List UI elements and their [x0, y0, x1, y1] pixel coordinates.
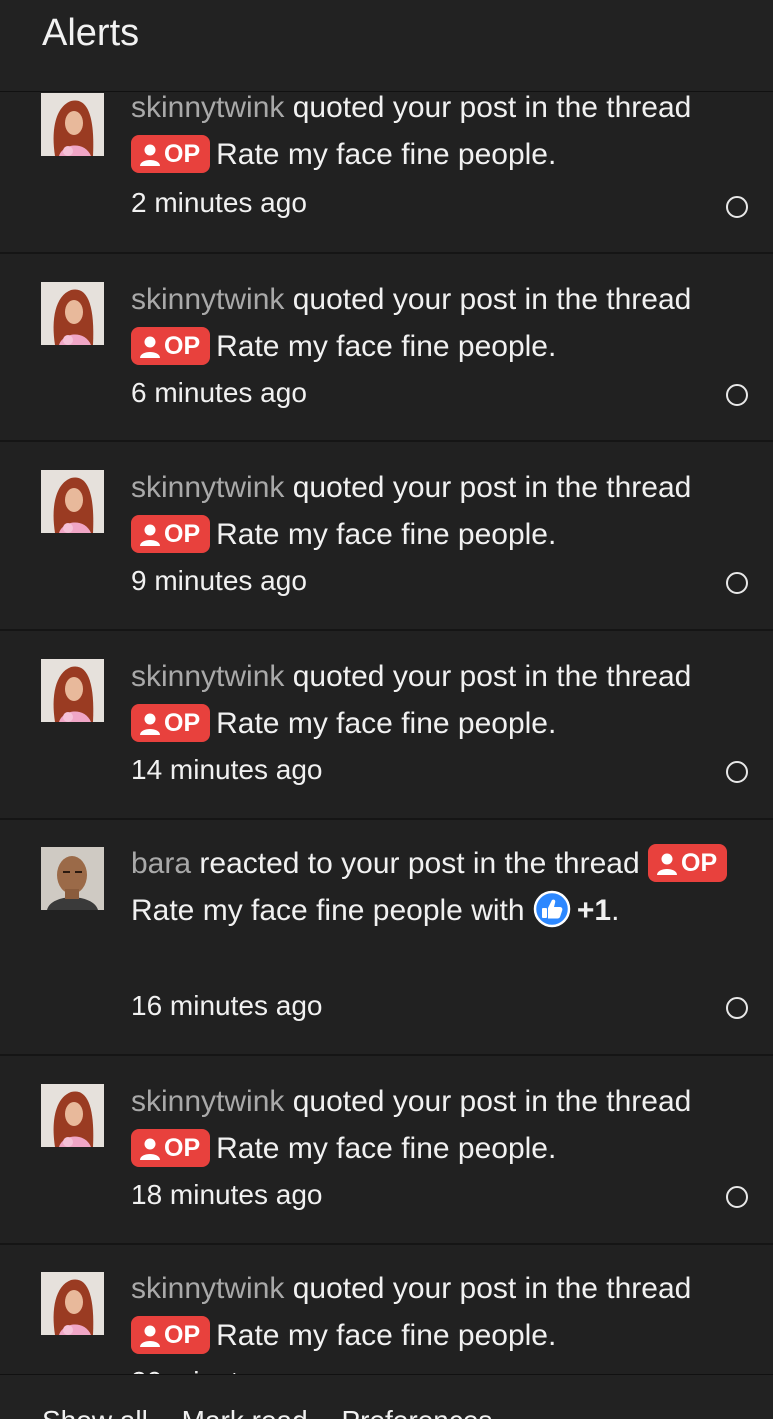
alert-message: skinnytwink quoted your post in the thre…	[131, 1265, 741, 1359]
user-icon	[140, 708, 160, 746]
alert-username-link[interactable]: skinnytwink	[131, 1272, 284, 1305]
op-badge: OP	[131, 704, 211, 742]
alert-username-link[interactable]: skinnytwink	[131, 660, 284, 693]
alerts-footer: Show all Mark read Preferences	[0, 1374, 773, 1419]
thread-link[interactable]: Rate my face fine people.	[216, 138, 556, 171]
alert-time: 18 minutes ago	[131, 1179, 323, 1210]
thread-link[interactable]: Rate my face fine people.	[216, 1319, 556, 1352]
like-icon	[533, 890, 571, 942]
alert-item[interactable]: skinnytwink quoted your post in the thre…	[0, 1245, 773, 1374]
alert-username-link[interactable]: bara	[131, 847, 191, 880]
alert-item[interactable]: skinnytwink quoted your post in the thre…	[0, 254, 773, 442]
alerts-header: Alerts	[0, 0, 773, 92]
alert-time: 16 minutes ago	[131, 990, 323, 1021]
alert-item[interactable]: skinnytwink quoted your post in the thre…	[0, 442, 773, 631]
avatar[interactable]	[41, 470, 104, 533]
mark-read-toggle[interactable]	[726, 384, 748, 406]
preferences-link[interactable]: Preferences	[341, 1405, 492, 1419]
alert-username-link[interactable]: skinnytwink	[131, 1085, 284, 1118]
alert-action: quoted your post in the thread	[292, 283, 692, 316]
avatar[interactable]	[41, 1084, 104, 1147]
avatar[interactable]	[41, 847, 104, 910]
op-badge: OP	[131, 135, 211, 173]
op-badge: OP	[131, 515, 211, 553]
alert-item[interactable]: skinnytwink quoted your post in the thre…	[0, 631, 773, 820]
alert-action: quoted your post in the thread	[292, 92, 692, 124]
avatar[interactable]	[41, 282, 104, 345]
alert-message: bara reacted to your post in the thread …	[131, 840, 741, 942]
alert-time: 2 minutes ago	[131, 187, 307, 218]
footer-links: Show all Mark read Preferences	[42, 1405, 518, 1419]
alert-username-link[interactable]: skinnytwink	[131, 283, 284, 316]
avatar[interactable]	[41, 659, 104, 722]
alert-item[interactable]: skinnytwink quoted your post in the thre…	[0, 1056, 773, 1245]
op-badge: OP	[648, 844, 728, 882]
alert-action: quoted your post in the thread	[292, 471, 692, 504]
alert-message: skinnytwink quoted your post in the thre…	[131, 276, 741, 370]
mark-read-toggle[interactable]	[726, 196, 748, 218]
user-icon	[140, 1320, 160, 1358]
alert-item[interactable]: skinnytwink quoted your post in the thre…	[0, 92, 773, 254]
alert-action: quoted your post in the thread	[292, 1085, 692, 1118]
thread-link[interactable]: Rate my face fine people.	[216, 707, 556, 740]
alert-time: 9 minutes ago	[131, 565, 307, 596]
alert-time: 14 minutes ago	[131, 754, 323, 785]
op-badge: OP	[131, 1316, 211, 1354]
thread-link[interactable]: Rate my face fine people.	[216, 330, 556, 363]
alert-message: skinnytwink quoted your post in the thre…	[131, 464, 741, 558]
show-all-link[interactable]: Show all	[42, 1405, 148, 1419]
alert-message: skinnytwink quoted your post in the thre…	[131, 1078, 741, 1172]
op-badge: OP	[131, 327, 211, 365]
op-badge: OP	[131, 1129, 211, 1167]
alert-item[interactable]: bara reacted to your post in the thread …	[0, 820, 773, 1056]
alert-action: reacted to your post in the thread	[199, 847, 640, 880]
alert-message: skinnytwink quoted your post in the thre…	[131, 653, 741, 747]
alert-time: 6 minutes ago	[131, 377, 307, 408]
user-icon	[140, 331, 160, 369]
user-icon	[657, 848, 678, 886]
alert-username-link[interactable]: skinnytwink	[131, 92, 284, 124]
thread-link[interactable]: Rate my face fine people.	[216, 518, 556, 551]
reaction-end: .	[611, 894, 620, 927]
alert-time: 20 minutes ago	[131, 1365, 322, 1374]
alert-username-link[interactable]: skinnytwink	[131, 471, 284, 504]
user-icon	[140, 139, 160, 177]
mark-read-toggle[interactable]	[726, 1186, 748, 1208]
avatar[interactable]	[41, 93, 104, 156]
mark-read-link[interactable]: Mark read	[182, 1405, 308, 1419]
alert-message: skinnytwink quoted your post in the thre…	[131, 92, 741, 178]
user-icon	[140, 1133, 160, 1171]
avatar[interactable]	[41, 1272, 104, 1335]
user-icon	[140, 519, 160, 557]
mark-read-toggle[interactable]	[726, 572, 748, 594]
reaction-count: +1	[576, 894, 612, 927]
page-title: Alerts	[42, 12, 140, 54]
mark-read-toggle[interactable]	[726, 997, 748, 1019]
mark-read-toggle[interactable]	[726, 761, 748, 783]
thread-link[interactable]: Rate my face fine people with	[131, 894, 525, 927]
alert-action: quoted your post in the thread	[292, 660, 692, 693]
alert-action: quoted your post in the thread	[292, 1272, 692, 1305]
thread-link[interactable]: Rate my face fine people.	[216, 1132, 556, 1165]
